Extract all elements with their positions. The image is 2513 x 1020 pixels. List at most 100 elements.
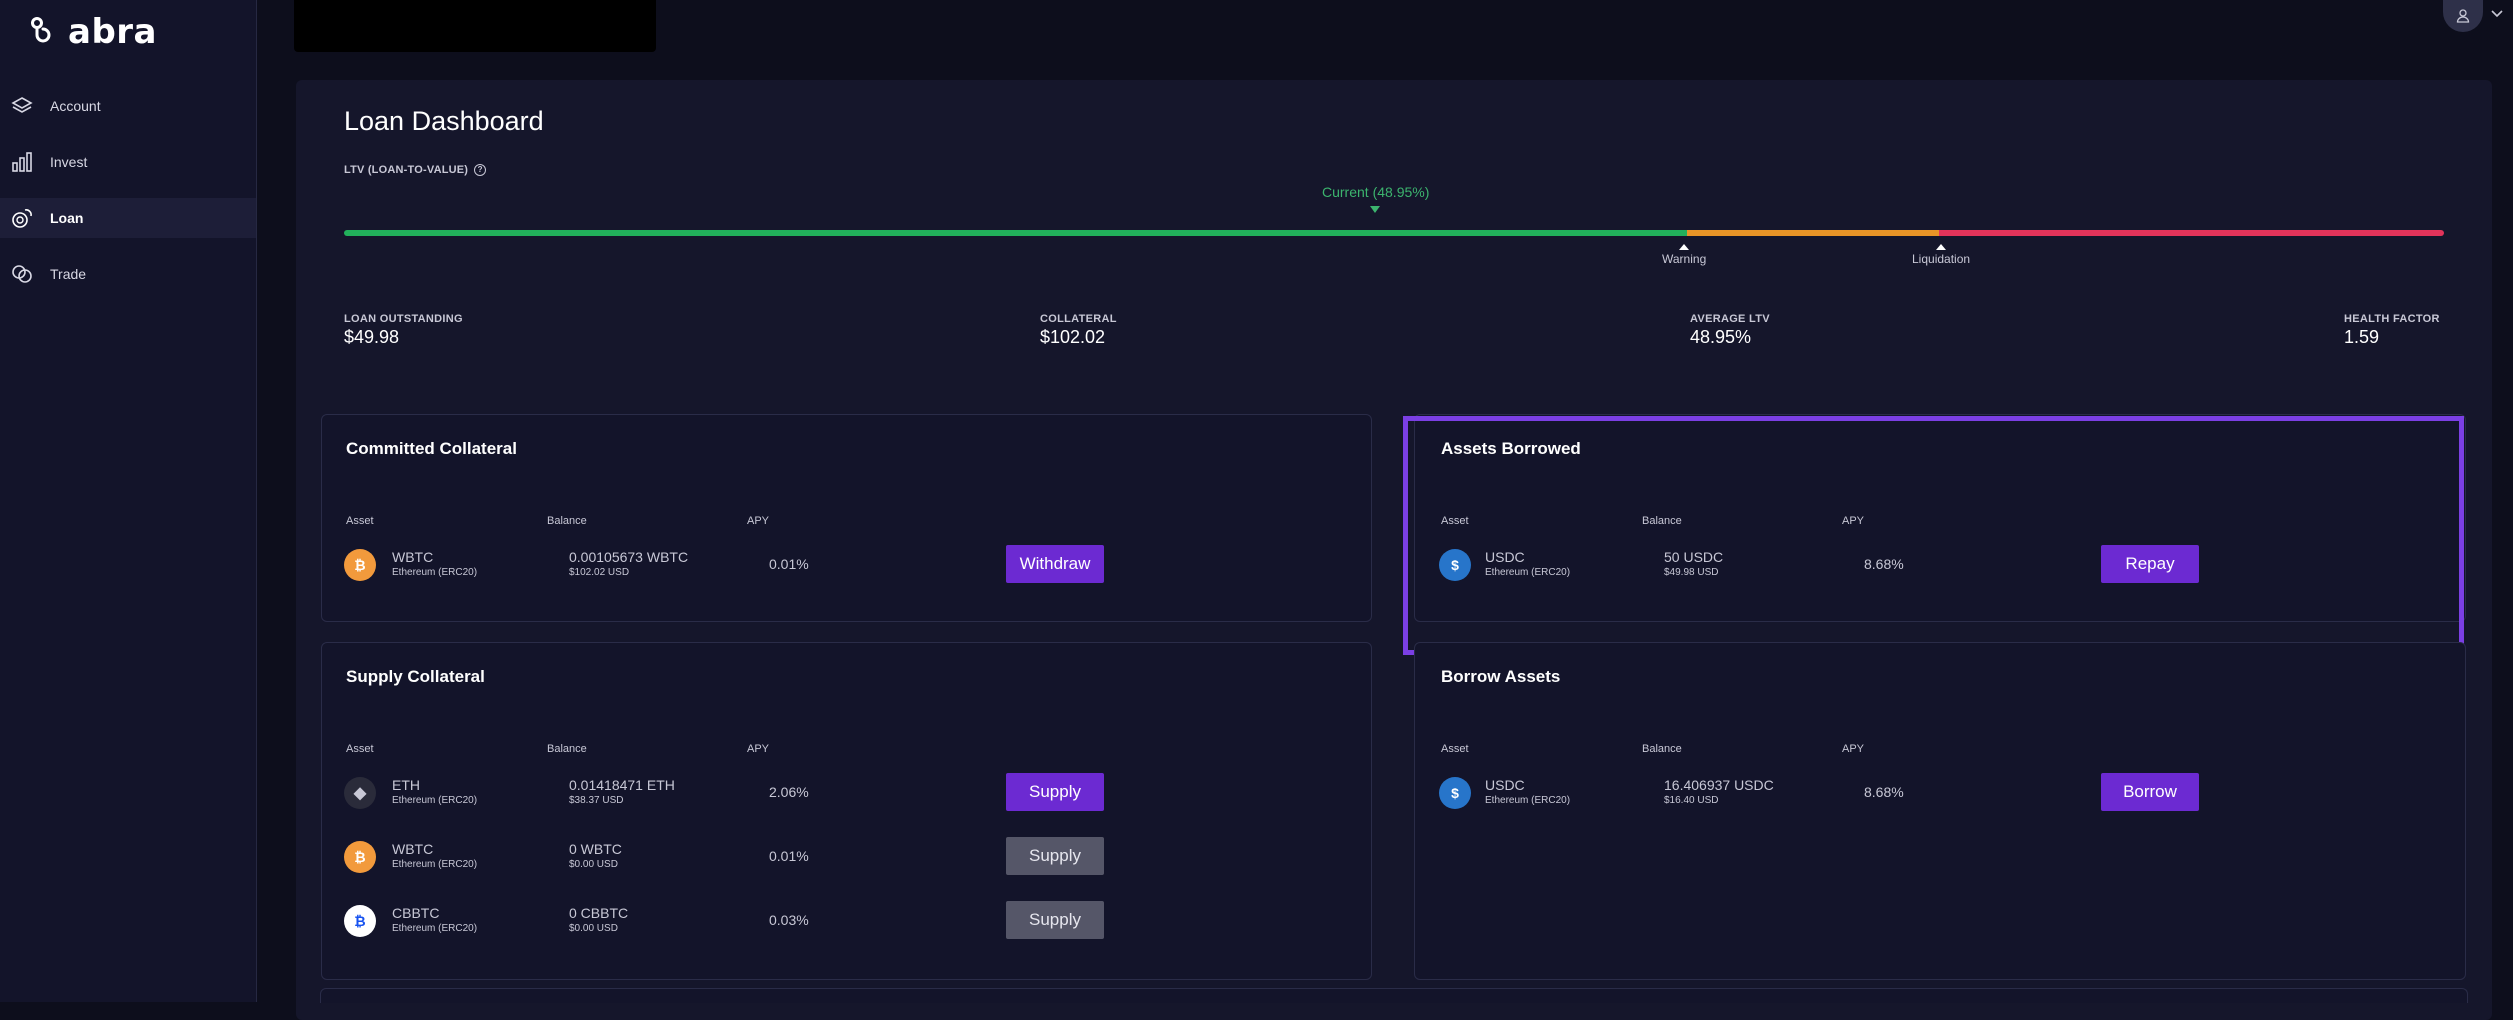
chevron-down-icon[interactable] — [2490, 8, 2504, 18]
stat-value: $49.98 — [344, 327, 400, 347]
asset-name: WBTC — [392, 549, 434, 565]
abra-logo[interactable]: abra — [28, 12, 157, 52]
sidebar-item-label: Trade — [50, 266, 87, 282]
table-row: ₿ WBTC Ethereum (ERC20) 0 WBTC $0.00 USD… — [344, 829, 1344, 885]
apy-value: 8.68% — [1864, 784, 1904, 800]
balance-usd: $102.02 USD — [569, 567, 630, 578]
stat-label: LOAN OUTSTANDING — [344, 313, 463, 325]
stat-label: HEALTH FACTOR — [2344, 313, 2440, 325]
wbtc-coin-icon: ₿ — [344, 549, 376, 581]
stat-collateral: COLLATERAL $102.02 — [1040, 313, 1117, 348]
column-header-balance: Balance — [547, 743, 587, 755]
asset-name: CBBTC — [392, 905, 440, 921]
ltv-current-label: Current (48.95%) — [1322, 184, 1430, 200]
brand-name: abra — [68, 12, 157, 52]
stat-health-factor: HEALTH FACTOR 1.59 — [2344, 313, 2440, 348]
wbtc-coin-icon: ₿ — [344, 841, 376, 873]
layers-icon — [8, 92, 36, 120]
table-row: $ USDC Ethereum (ERC20) 16.406937 USDC $… — [1437, 765, 2437, 821]
column-header-apy: APY — [747, 743, 770, 755]
apy-value: 0.01% — [769, 848, 809, 864]
ltv-label: LTV (LOAN-TO-VALUE) ? — [344, 164, 487, 176]
ltv-current-marker — [1370, 206, 1380, 213]
sidebar-item-account[interactable]: Account — [0, 86, 256, 126]
balance-amount: 0 WBTC — [569, 841, 622, 857]
stat-loan-outstanding: LOAN OUTSTANDING $49.98 — [344, 313, 463, 348]
table-row: ₿ CBBTC Ethereum (ERC20) 0 CBBTC $0.00 U… — [344, 893, 1344, 949]
sidebar-item-trade[interactable]: Trade — [0, 254, 256, 294]
user-icon — [2456, 9, 2470, 23]
stat-label: AVERAGE LTV — [1690, 313, 1770, 325]
ltv-liquidation-segment — [1939, 230, 2444, 236]
card-title: Borrow Assets — [1441, 667, 1561, 686]
stat-value: 1.59 — [2344, 327, 2380, 347]
table-row: ◆ ETH Ethereum (ERC20) 0.01418471 ETH $3… — [344, 765, 1344, 821]
eth-coin-icon: ◆ — [344, 777, 376, 809]
triangle-up-icon — [1936, 244, 1947, 250]
column-header-balance: Balance — [1642, 743, 1682, 755]
redacted-header-block — [294, 0, 656, 52]
ltv-warning-threshold: Warning — [1662, 244, 1706, 266]
sidebar-nav: Account Invest Loan Trade — [0, 86, 256, 310]
withdraw-button[interactable]: Withdraw — [1006, 545, 1104, 583]
stat-value: 48.95% — [1690, 327, 1752, 347]
column-header-apy: APY — [1842, 743, 1865, 755]
selection-highlight-frame — [1403, 416, 2464, 655]
bar-chart-icon — [8, 148, 36, 176]
ltv-label-text: LTV (LOAN-TO-VALUE) — [344, 164, 469, 176]
page-title: Loan Dashboard — [344, 106, 544, 136]
ltv-bar — [344, 230, 2444, 236]
column-header-asset: Asset — [346, 515, 374, 527]
cbbtc-coin-icon: ₿ — [344, 905, 376, 937]
supply-button[interactable]: Supply — [1006, 773, 1104, 811]
usdc-coin-icon: $ — [1439, 777, 1471, 809]
sidebar-item-invest[interactable]: Invest — [0, 142, 256, 182]
table-row: ₿ WBTC Ethereum (ERC20) 0.00105673 WBTC … — [344, 537, 1344, 593]
asset-name: WBTC — [392, 841, 434, 857]
column-header-apy: APY — [747, 515, 770, 527]
card-title: Committed Collateral — [346, 439, 517, 458]
apy-value: 2.06% — [769, 784, 809, 800]
supply-button[interactable]: Supply — [1006, 901, 1104, 939]
asset-name: USDC — [1485, 777, 1525, 793]
asset-network: Ethereum (ERC20) — [392, 567, 478, 578]
stat-value: $102.02 — [1040, 327, 1106, 347]
apy-value: 0.03% — [769, 912, 809, 928]
abra-logo-icon — [31, 17, 51, 43]
help-icon[interactable]: ? — [474, 164, 487, 176]
borrow-button[interactable]: Borrow — [2101, 773, 2199, 811]
balance-usd: $38.37 USD — [569, 795, 624, 806]
ltv-liquidation-label: Liquidation — [1912, 252, 1971, 266]
balance-amount: 0.01418471 ETH — [569, 777, 675, 793]
ltv-warning-label: Warning — [1662, 252, 1707, 266]
balance-usd: $0.00 USD — [569, 923, 618, 934]
trade-coins-icon — [8, 260, 36, 288]
sidebar: abra Account Invest Loan Trade — [0, 0, 257, 1002]
sidebar-item-loan[interactable]: Loan — [0, 198, 256, 238]
asset-network: Ethereum (ERC20) — [392, 795, 478, 806]
balance-usd: $0.00 USD — [569, 859, 618, 870]
balance-usd: $16.40 USD — [1664, 795, 1719, 806]
column-header-asset: Asset — [1441, 743, 1469, 755]
user-avatar-button[interactable] — [2443, 0, 2483, 32]
asset-network: Ethereum (ERC20) — [392, 859, 478, 870]
ltv-safe-segment — [344, 230, 1687, 236]
balance-amount: 0.00105673 WBTC — [569, 549, 689, 565]
apy-value: 0.01% — [769, 556, 809, 572]
borrow-assets-card: Borrow Assets Asset Balance APY $ USDC E… — [1414, 642, 2466, 980]
ltv-warning-segment — [1687, 230, 1939, 236]
supply-collateral-card: Supply Collateral Asset Balance APY ◆ ET… — [321, 642, 1372, 980]
ltv-liquidation-threshold: Liquidation — [1912, 244, 1970, 266]
asset-network: Ethereum (ERC20) — [392, 923, 478, 934]
card-title: Supply Collateral — [346, 667, 485, 686]
committed-collateral-card: Committed Collateral Asset Balance APY ₿… — [321, 414, 1372, 622]
sidebar-item-label: Loan — [50, 210, 84, 226]
balance-amount: 16.406937 USDC — [1664, 777, 1774, 793]
supply-button[interactable]: Supply — [1006, 837, 1104, 875]
column-header-asset: Asset — [346, 743, 374, 755]
stat-average-ltv: AVERAGE LTV 48.95% — [1690, 313, 1770, 348]
sidebar-item-label: Account — [50, 98, 101, 114]
column-header-balance: Balance — [547, 515, 587, 527]
next-card-edge — [320, 988, 2468, 1003]
balance-amount: 0 CBBTC — [569, 905, 629, 921]
